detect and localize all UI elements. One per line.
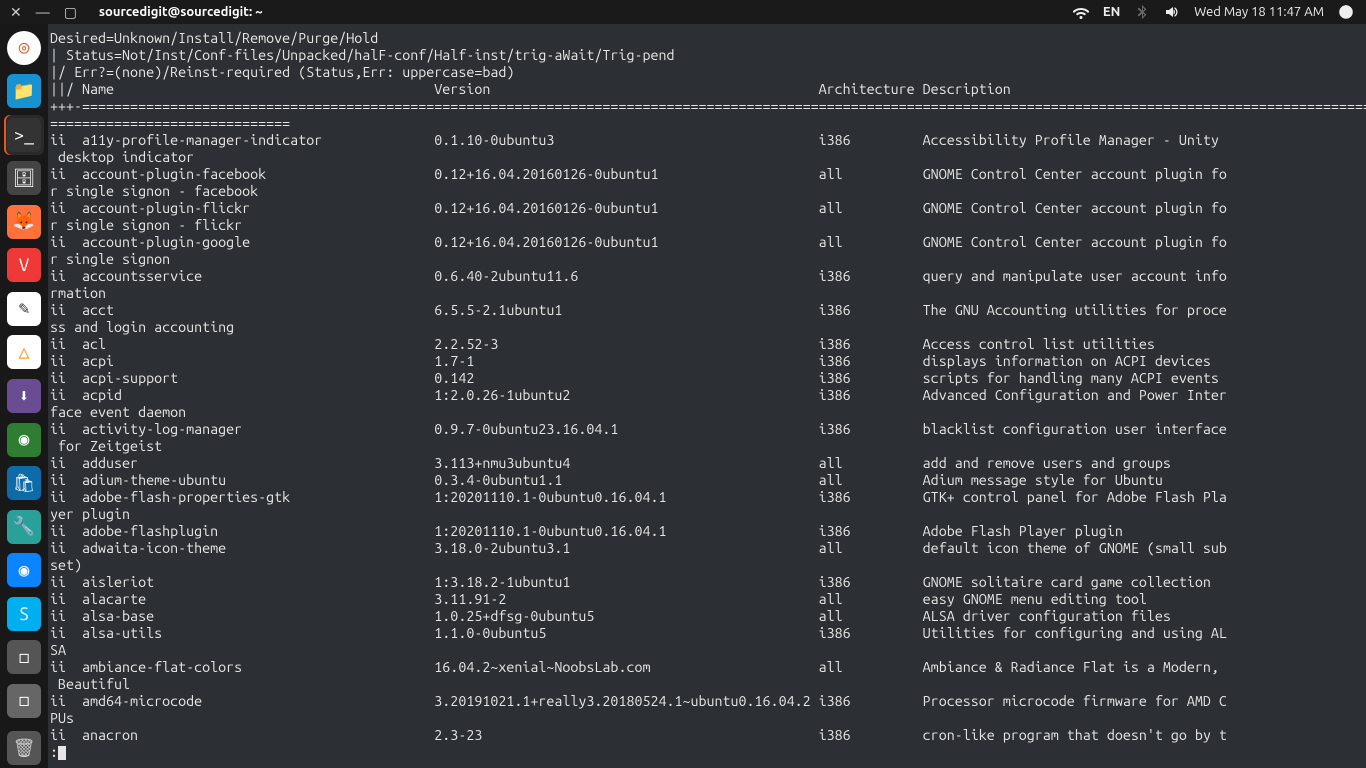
files-icon: 📁: [7, 74, 41, 108]
dock-deb-installer[interactable]: ⬇: [4, 376, 44, 416]
dock-firefox[interactable]: 🦊: [4, 202, 44, 242]
dock-vlc[interactable]: △: [4, 333, 44, 373]
minimize-icon[interactable]: —: [36, 5, 50, 19]
app-box-1-icon: ◻: [7, 640, 41, 674]
terminal-output[interactable]: Desired=Unknown/Install/Remove/Purge/Hol…: [48, 24, 1366, 768]
bluetooth-icon[interactable]: [1134, 4, 1150, 20]
power-icon[interactable]: [1338, 4, 1354, 20]
panel-indicators: EN Wed May 18 11:47 AM: [1073, 4, 1366, 20]
dock-file-manager[interactable]: 🗄: [4, 159, 44, 199]
pager-prompt[interactable]: :: [50, 744, 1366, 761]
dock-text-editor[interactable]: ✎: [4, 289, 44, 329]
terminal-icon: >_: [7, 118, 41, 152]
text-editor-icon: ✎: [7, 292, 41, 326]
vivaldi-icon: V: [7, 248, 41, 282]
keyboard-lang[interactable]: EN: [1103, 5, 1120, 19]
dock-files[interactable]: 📁: [4, 72, 44, 112]
close-icon[interactable]: ✕: [10, 5, 22, 19]
window-controls: ✕ — ▢: [0, 5, 77, 19]
wifi-icon[interactable]: [1073, 4, 1089, 20]
clock[interactable]: Wed May 18 11:47 AM: [1194, 5, 1324, 19]
dock-app-box-1[interactable]: ◻: [4, 637, 44, 677]
dock-software[interactable]: 🛍: [4, 463, 44, 503]
dock-trash[interactable]: 🗑: [4, 729, 44, 768]
dock-settings[interactable]: 🔧: [4, 507, 44, 547]
deb-installer-icon: ⬇: [7, 379, 41, 413]
settings-icon: 🔧: [7, 510, 41, 544]
dock-app-box-2[interactable]: ◻: [4, 681, 44, 721]
dock-skype[interactable]: S: [4, 594, 44, 634]
vlc-icon: △: [7, 335, 41, 369]
software-icon: 🛍: [7, 466, 41, 500]
trash-icon: 🗑: [7, 731, 41, 765]
dock-app-spiral[interactable]: ◉: [4, 550, 44, 590]
screenshot-icon: ◉: [7, 423, 41, 457]
cursor-icon: [58, 746, 66, 760]
dock-terminal[interactable]: >_: [4, 115, 44, 155]
maximize-icon[interactable]: ▢: [64, 5, 77, 19]
dock-vivaldi[interactable]: V: [4, 246, 44, 286]
file-manager-icon: 🗄: [7, 161, 41, 195]
dock-show-applications[interactable]: ◎: [4, 28, 44, 68]
skype-icon: S: [7, 597, 41, 631]
dock: ◎ 📁 >_ 🗄 🦊 V ✎ △ ⬇ ◉ 🛍 🔧 ◉ S ◻ ◻ 🗑: [0, 24, 48, 768]
app-box-2-icon: ◻: [7, 684, 41, 718]
top-panel: ✕ — ▢ sourcedigit@sourcedigit: ~ EN Wed …: [0, 0, 1366, 24]
window-title: sourcedigit@sourcedigit: ~: [99, 5, 263, 19]
dock-screenshot[interactable]: ◉: [4, 420, 44, 460]
show-applications-icon: ◎: [7, 31, 41, 65]
firefox-icon: 🦊: [7, 205, 41, 239]
volume-icon[interactable]: [1164, 4, 1180, 20]
app-spiral-icon: ◉: [7, 553, 41, 587]
